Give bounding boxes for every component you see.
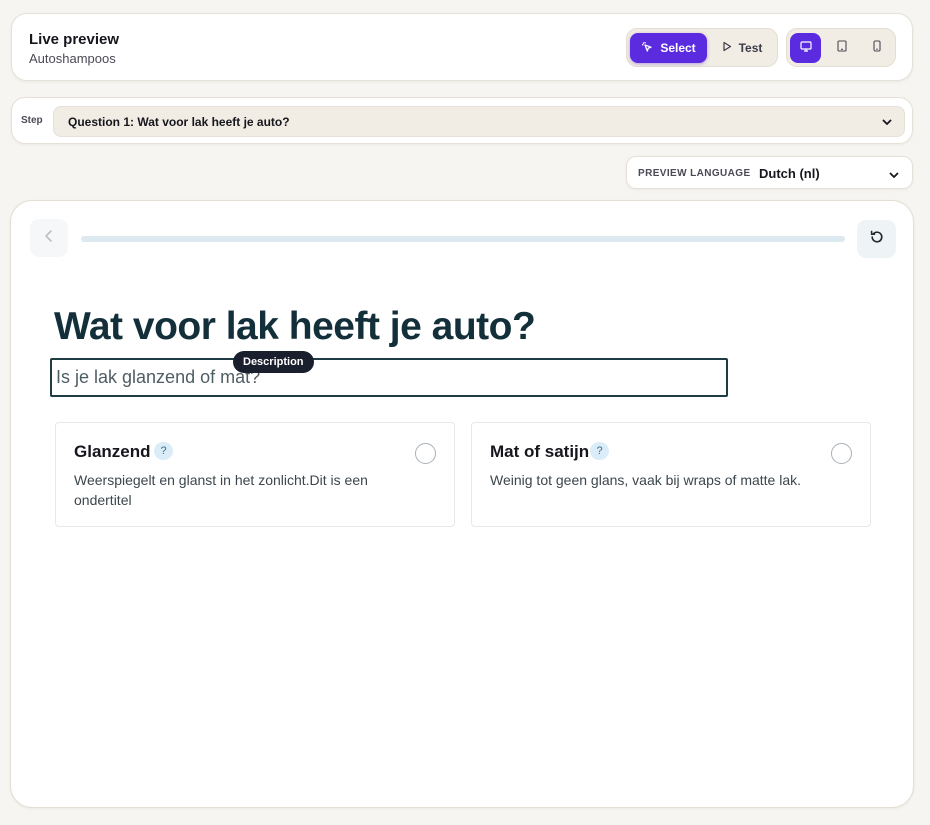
tablet-icon: [836, 39, 847, 57]
chevron-left-icon: [43, 229, 55, 248]
answer-option[interactable]: Mat of satijn ? Weinig tot geen glans, v…: [471, 422, 871, 527]
preview-language-label: PREVIEW LANGUAGE: [638, 168, 751, 179]
step-select-value: Question 1: Wat voor lak heeft je auto?: [68, 114, 290, 129]
question-description[interactable]: Is je lak glanzend of mat?: [50, 358, 728, 397]
mobile-icon: [872, 39, 881, 57]
desktop-icon: [799, 39, 812, 57]
option-subtitle: Weerspiegelt en glanst in het zonlicht.D…: [74, 472, 368, 508]
test-mode-label: Test: [738, 41, 763, 55]
preview-frame: Wat voor lak heeft je auto? Is je lak gl…: [10, 200, 914, 808]
answer-option[interactable]: Glanzend ? Weerspiegelt en glanst in het…: [55, 422, 455, 527]
option-radio[interactable]: [415, 443, 436, 464]
select-mode-label: Select: [660, 41, 696, 55]
step-label: Step: [21, 115, 43, 126]
header-title: Live preview: [29, 31, 120, 48]
restart-button[interactable]: [857, 220, 896, 258]
description-tag: Description: [233, 351, 314, 373]
step-select[interactable]: Question 1: Wat voor lak heeft je auto?: [53, 106, 905, 137]
question-title: Wat voor lak heeft je auto?: [54, 305, 536, 348]
cursor-click-icon: [641, 41, 653, 56]
test-mode-button[interactable]: Test: [711, 33, 773, 63]
device-toggle: [786, 28, 896, 67]
preview-header: Live preview Autoshampoos Select Test: [11, 13, 913, 81]
back-button[interactable]: [30, 219, 68, 257]
chevron-down-icon: [881, 116, 893, 131]
tablet-view-button[interactable]: [826, 33, 857, 63]
chevron-down-icon: [888, 168, 900, 186]
select-mode-button[interactable]: Select: [630, 33, 707, 63]
option-subtitle: Weinig tot geen glans, vaak bij wraps of…: [490, 472, 802, 488]
header-subtitle: Autoshampoos: [29, 51, 116, 66]
play-icon: [722, 41, 732, 55]
desktop-view-button[interactable]: [790, 33, 821, 63]
mode-toggle: Select Test: [626, 28, 778, 67]
step-bar: Step Question 1: Wat voor lak heeft je a…: [11, 97, 913, 144]
progress-bar: [81, 236, 845, 242]
mobile-view-button[interactable]: [861, 33, 892, 63]
option-title: Glanzend: [74, 442, 151, 461]
option-title: Mat of satijn: [490, 442, 590, 461]
preview-language-value: Dutch (nl): [759, 166, 820, 181]
option-radio[interactable]: [831, 443, 852, 464]
preview-language-select[interactable]: PREVIEW LANGUAGE Dutch (nl): [626, 156, 913, 189]
help-icon[interactable]: ?: [590, 442, 609, 460]
restart-icon: [869, 229, 885, 250]
help-icon[interactable]: ?: [154, 442, 173, 460]
